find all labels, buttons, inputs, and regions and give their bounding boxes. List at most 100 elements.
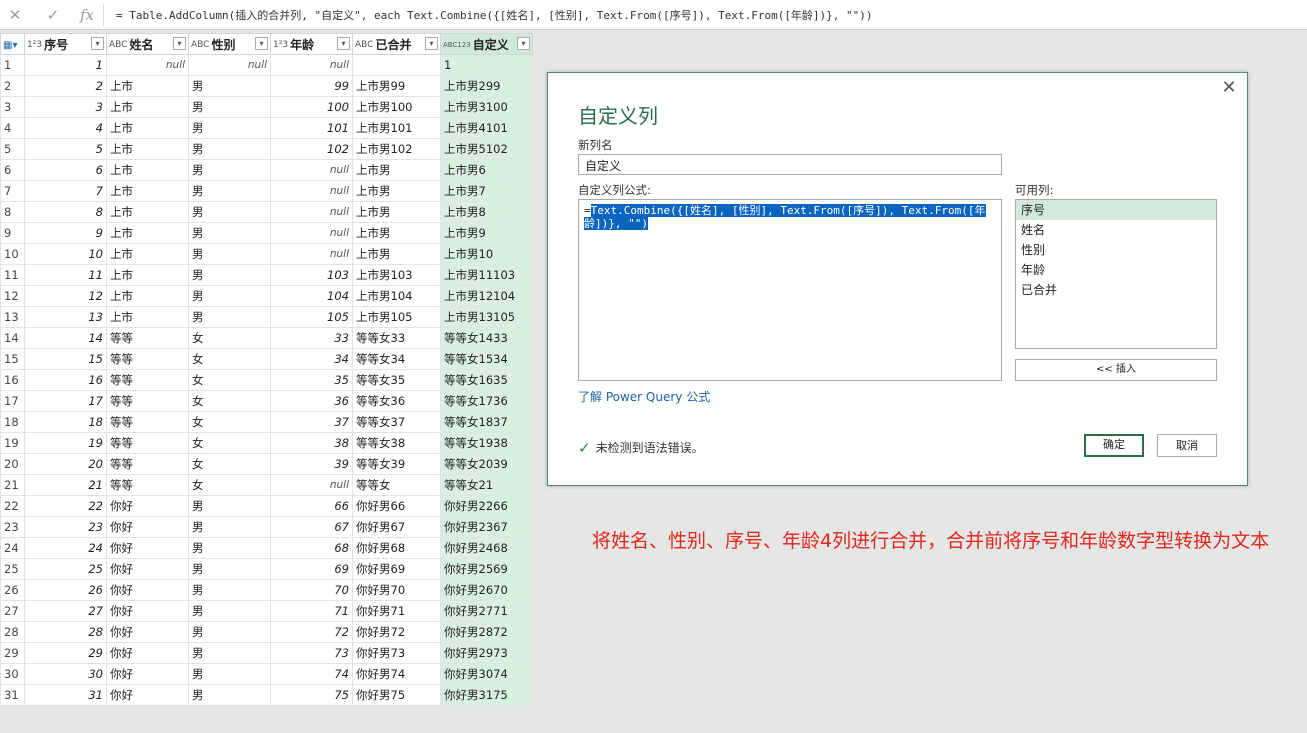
table-cell[interactable]: 等等女1433: [440, 327, 533, 349]
table-cell[interactable]: null: [270, 222, 353, 244]
table-row[interactable]: 9 9 上市男 null 上市男 上市男9: [0, 222, 533, 244]
table-cell[interactable]: 27: [24, 600, 107, 622]
table-cell[interactable]: 上市: [106, 243, 189, 265]
column-type-icon[interactable]: ABC: [191, 40, 209, 50]
table-cell[interactable]: 上市: [106, 138, 189, 160]
table-cell[interactable]: 上市: [106, 285, 189, 307]
table-cell[interactable]: 你好男2973: [440, 642, 533, 664]
table-cell[interactable]: 男: [188, 264, 271, 286]
table-row[interactable]: 18 18 等等女 37 等等女37 等等女1837: [0, 411, 533, 433]
table-row[interactable]: 3 3 上市男 100 上市男100 上市男3100: [0, 96, 533, 118]
table-row[interactable]: 28 28 你好男 72 你好男72 你好男2872: [0, 621, 533, 643]
learn-power-query-link[interactable]: 了解 Power Query 公式: [578, 388, 710, 405]
table-cell[interactable]: 你好: [106, 621, 189, 643]
confirm-icon[interactable]: ✓: [42, 4, 64, 26]
table-cell[interactable]: 你好男72: [352, 621, 441, 643]
table-cell[interactable]: 上市男13105: [440, 306, 533, 328]
table-cell[interactable]: 你好男75: [352, 684, 441, 706]
table-cell[interactable]: 你好男68: [352, 537, 441, 559]
table-cell[interactable]: null: [270, 180, 353, 202]
table-row[interactable]: 10 10 上市男 null 上市男 上市男10: [0, 243, 533, 265]
table-cell[interactable]: 等等女35: [352, 369, 441, 391]
table-cell[interactable]: 等等: [106, 327, 189, 349]
table-cell[interactable]: 男: [188, 684, 271, 706]
table-cell[interactable]: 男: [188, 117, 271, 139]
table-cell[interactable]: 上市男101: [352, 117, 441, 139]
table-cell[interactable]: 31: [24, 684, 107, 706]
table-cell[interactable]: 上市男100: [352, 96, 441, 118]
table-row[interactable]: 23 23 你好男 67 你好男67 你好男2367: [0, 516, 533, 538]
table-cell[interactable]: 38: [270, 432, 353, 454]
table-cell[interactable]: null: [270, 243, 353, 265]
table-cell[interactable]: null: [270, 201, 353, 223]
table-cell[interactable]: 男: [188, 180, 271, 202]
table-cell[interactable]: 75: [270, 684, 353, 706]
table-cell[interactable]: 上市: [106, 222, 189, 244]
table-cell[interactable]: 104: [270, 285, 353, 307]
table-cell[interactable]: 26: [24, 579, 107, 601]
table-cell[interactable]: null: [270, 54, 353, 76]
table-cell[interactable]: 你好: [106, 537, 189, 559]
table-cell[interactable]: 34: [270, 348, 353, 370]
table-cell[interactable]: 66: [270, 495, 353, 517]
table-row[interactable]: 1 1 null null null 1: [0, 54, 533, 76]
table-cell[interactable]: 3: [24, 96, 107, 118]
table-cell[interactable]: 女: [188, 432, 271, 454]
table-cell[interactable]: 上市男10: [440, 243, 533, 265]
table-cell[interactable]: 上市男7: [440, 180, 533, 202]
column-filter-icon[interactable]: ▾: [517, 37, 530, 50]
table-cell[interactable]: 女: [188, 369, 271, 391]
table-cell[interactable]: 1: [440, 54, 533, 76]
table-cell[interactable]: 7: [24, 180, 107, 202]
table-cell[interactable]: 你好男74: [352, 663, 441, 685]
table-cell[interactable]: 68: [270, 537, 353, 559]
table-row[interactable]: 20 20 等等女 39 等等女39 等等女2039: [0, 453, 533, 475]
table-cell[interactable]: 男: [188, 243, 271, 265]
table-cell[interactable]: 上市: [106, 264, 189, 286]
table-row[interactable]: 29 29 你好男 73 你好男73 你好男2973: [0, 642, 533, 664]
table-cell[interactable]: 女: [188, 411, 271, 433]
table-cell[interactable]: 你好男73: [352, 642, 441, 664]
table-cell[interactable]: 等等女39: [352, 453, 441, 475]
table-cell[interactable]: 你好男2872: [440, 621, 533, 643]
table-cell[interactable]: 上市男99: [352, 75, 441, 97]
table-row[interactable]: 8 8 上市男 null 上市男 上市男8: [0, 201, 533, 223]
column-filter-icon[interactable]: ▾: [255, 37, 268, 50]
table-cell[interactable]: 33: [270, 327, 353, 349]
table-row[interactable]: 2 2 上市男 99 上市男99 上市男299: [0, 75, 533, 97]
available-columns-list[interactable]: 序号 姓名 性别 年龄 已合并: [1015, 199, 1217, 349]
table-cell[interactable]: 28: [24, 621, 107, 643]
table-row[interactable]: 31 31 你好男 75 你好男75 你好男3175: [0, 684, 533, 706]
table-cell[interactable]: null: [270, 159, 353, 181]
formula-text[interactable]: = Table.AddColumn(插入的合并列, "自定义", each Te…: [116, 7, 873, 23]
table-cell[interactable]: 女: [188, 348, 271, 370]
table-row[interactable]: 4 4 上市男 101 上市男101 上市男4101: [0, 117, 533, 139]
table-cell[interactable]: 6: [24, 159, 107, 181]
table-cell[interactable]: 等等女37: [352, 411, 441, 433]
table-cell[interactable]: 等等女1635: [440, 369, 533, 391]
column-type-icon[interactable]: ABC123: [443, 41, 471, 49]
table-cell[interactable]: 等等女: [352, 474, 441, 496]
table-row[interactable]: 7 7 上市男 null 上市男 上市男7: [0, 180, 533, 202]
table-cell[interactable]: 29: [24, 642, 107, 664]
table-cell[interactable]: 11: [24, 264, 107, 286]
table-cell[interactable]: 你好: [106, 516, 189, 538]
table-cell[interactable]: 你好男2771: [440, 600, 533, 622]
close-icon[interactable]: ✕: [1221, 77, 1237, 98]
available-column-item[interactable]: 姓名: [1016, 220, 1216, 240]
table-cell[interactable]: null: [270, 474, 353, 496]
table-row[interactable]: 19 19 等等女 38 等等女38 等等女1938: [0, 432, 533, 454]
table-cell[interactable]: 你好男2367: [440, 516, 533, 538]
table-cell[interactable]: null: [188, 54, 271, 76]
table-cell[interactable]: 105: [270, 306, 353, 328]
table-cell[interactable]: 你好男66: [352, 495, 441, 517]
table-cell[interactable]: 上市男102: [352, 138, 441, 160]
column-header[interactable]: ABC 性别 ▾: [188, 33, 271, 55]
table-cell[interactable]: 等等女1534: [440, 348, 533, 370]
table-cell[interactable]: 等等: [106, 474, 189, 496]
table-cell[interactable]: 上市男8: [440, 201, 533, 223]
table-row[interactable]: 12 12 上市男 104 上市男104 上市男12104: [0, 285, 533, 307]
table-cell[interactable]: 上市男: [352, 243, 441, 265]
table-cell[interactable]: 上市: [106, 306, 189, 328]
table-cell[interactable]: 你好: [106, 558, 189, 580]
